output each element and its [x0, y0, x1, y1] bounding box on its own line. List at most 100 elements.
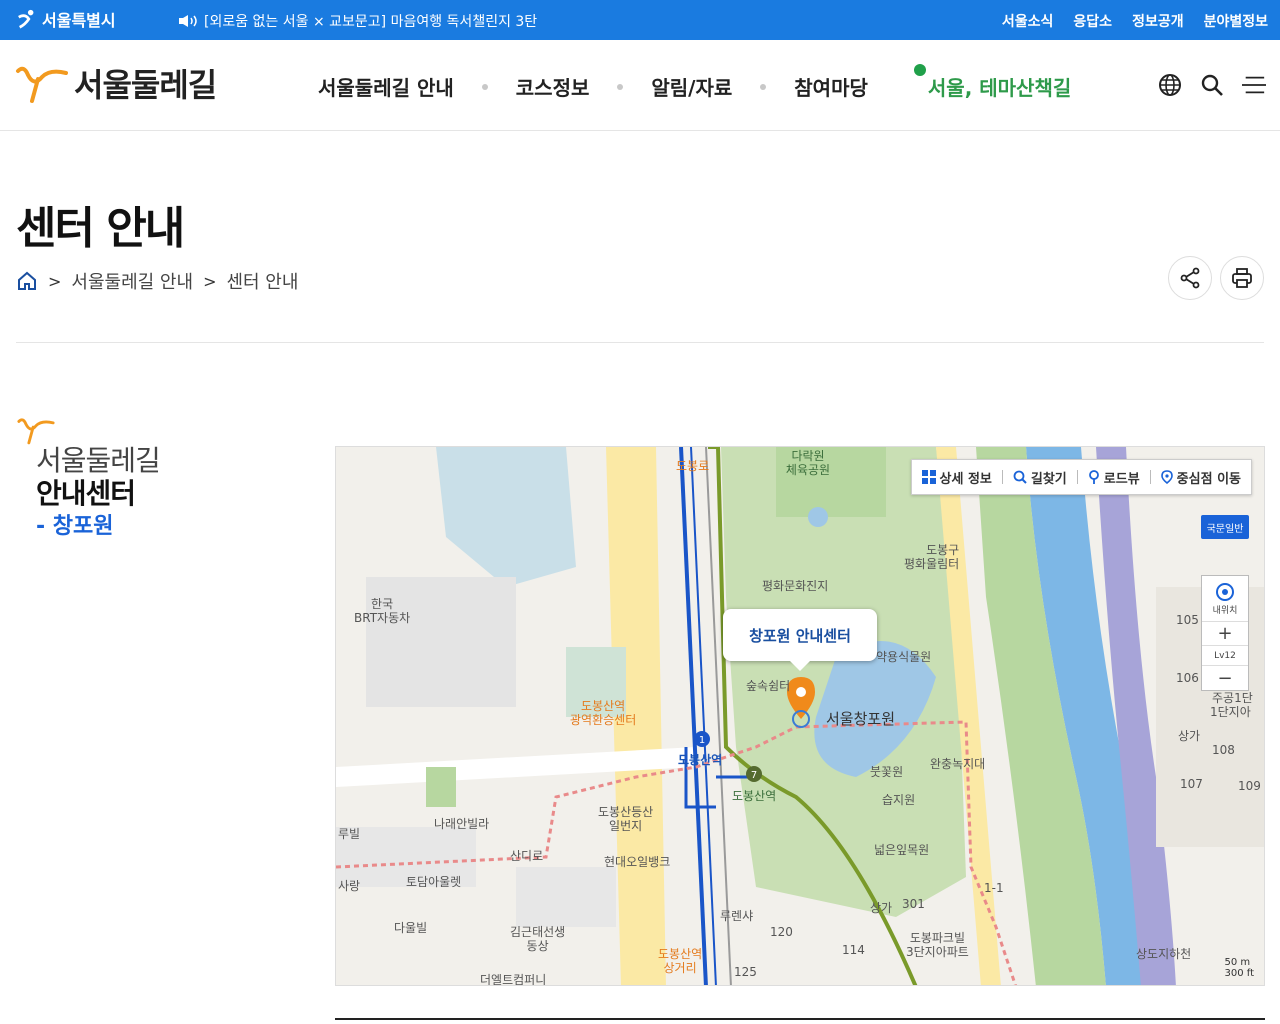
share-button[interactable]: [1168, 256, 1212, 300]
map-label: 108: [1212, 743, 1235, 757]
map-label: 상가: [870, 901, 893, 915]
page-tools: [1168, 256, 1264, 300]
map-detail-button[interactable]: 상세 정보: [921, 468, 992, 487]
map-label: 약용식물원: [876, 650, 932, 664]
nav-theme-walk-label: 서울, 테마산책길: [927, 76, 1072, 100]
toolbar-divider: [1001, 470, 1003, 484]
toolbar-divider: [1076, 470, 1078, 484]
svg-text:7: 7: [751, 770, 757, 781]
map-toolbar: 상세 정보 길찾기 로드뷰 중심점 이동: [910, 459, 1252, 495]
map-label: 김근태선생 동상: [510, 925, 566, 953]
nav-divider: [617, 83, 624, 90]
map-label: 120: [770, 925, 793, 939]
map-label: 평화문화진지: [762, 579, 829, 593]
nav-notice[interactable]: 알림/자료: [651, 72, 732, 101]
zoom-out-button[interactable]: −: [1202, 666, 1248, 690]
print-icon: [1232, 268, 1252, 288]
search-icon: [1013, 470, 1027, 484]
dulle-small-logo-icon: [17, 418, 55, 445]
top-bar: 서울특별시 [외로움 없는 서울 × 교보문고] 마음여행 독서챌린지 3탄 서…: [0, 0, 1280, 40]
top-link-info[interactable]: 정보공개: [1132, 11, 1184, 31]
top-link-field[interactable]: 분야별정보: [1204, 11, 1268, 31]
map-label: 도봉구 평화울림터: [904, 543, 960, 571]
nav-theme-walk[interactable]: 서울, 테마산책길: [913, 64, 1072, 101]
map-label: 현대오일뱅크: [604, 855, 671, 869]
map-label: 301: [902, 897, 925, 911]
map-label: 1단지아: [1210, 705, 1251, 719]
toolbar-divider: [1149, 470, 1151, 484]
section-heading: 서울둘레길 안내센터 - 창포원: [36, 444, 161, 543]
map-label: 더엘트컴퍼니: [480, 973, 547, 986]
dulle-logo-icon: [16, 66, 68, 103]
map-base: 1 7: [336, 447, 1264, 985]
nav-divider: [481, 83, 488, 90]
map-roadview-button[interactable]: 로드뷰: [1088, 468, 1140, 487]
menu-icon[interactable]: [1242, 73, 1266, 97]
active-dot: [913, 64, 926, 76]
share-icon: [1180, 267, 1200, 289]
my-location-button[interactable]: 내위치: [1202, 576, 1248, 622]
map-label: 서울창포원: [826, 710, 896, 728]
map-label: 상도지하천: [1136, 947, 1192, 961]
grid-icon: [921, 470, 936, 484]
map-label: 106: [1176, 671, 1199, 685]
map-directions-button[interactable]: 길찾기: [1013, 468, 1067, 487]
center-map[interactable]: 1 7 다락원 체육공원 평화문화진지 도봉구 평화울림터 한국 BRT자동차 …: [335, 446, 1265, 986]
zoom-level: Lv12: [1202, 646, 1248, 666]
map-label: 사랑: [338, 879, 361, 893]
map-label: 완충녹지대: [930, 757, 986, 771]
nav-divider: [760, 83, 767, 90]
map-label: 붓꽃원: [870, 765, 904, 779]
map-label: 주공1단: [1212, 691, 1253, 705]
map-label: 도봉산등산 일번지: [598, 805, 654, 833]
zoom-control: 내위치 + Lv12 −: [1201, 575, 1249, 691]
map-label: 도봉산역: [678, 753, 723, 767]
map-label: 나래안빌라: [434, 817, 490, 831]
home-icon[interactable]: [16, 270, 38, 292]
print-button[interactable]: [1220, 256, 1264, 300]
title-divider: [16, 342, 1264, 343]
map-label: 숲속쉼터: [746, 679, 791, 693]
top-link-news[interactable]: 서울소식: [1002, 11, 1054, 31]
zoom-in-button[interactable]: +: [1202, 622, 1248, 646]
map-label: 125: [734, 965, 757, 979]
search-icon[interactable]: [1200, 73, 1224, 97]
top-link-response[interactable]: 응답소: [1073, 11, 1112, 31]
map-label: 도봉로: [676, 459, 710, 473]
nav-guide[interactable]: 서울둘레길 안내: [318, 72, 454, 101]
map-label: 105: [1176, 613, 1199, 627]
my-location-label: 내위치: [1212, 606, 1238, 616]
globe-icon[interactable]: [1158, 73, 1182, 97]
map-label: 토담아울렛: [406, 875, 462, 889]
map-label: 상가: [1178, 729, 1201, 743]
map-label: 루렌샤: [720, 909, 754, 923]
seoul-logo-text: 서울특별시: [42, 11, 116, 30]
section-heading-line2: 안내센터: [36, 477, 136, 510]
map-label: 도봉산역 광역환승센터: [570, 699, 637, 727]
breadcrumb-item[interactable]: 서울둘레길 안내: [71, 268, 193, 294]
map-directions-label: 길찾기: [1030, 471, 1067, 487]
person-pin-icon: [1088, 470, 1099, 484]
map-label: 도봉산역: [732, 789, 777, 803]
content-bottom-line: [335, 1018, 1265, 1020]
center-popup[interactable]: 창포원 안내센터: [723, 609, 877, 671]
scale-feet: 300 ft: [1224, 968, 1254, 979]
breadcrumb-current[interactable]: 센터 안내: [226, 268, 298, 294]
map-label: 루빌: [338, 827, 361, 841]
top-links: 서울소식 응답소 정보공개 분야별정보: [1002, 11, 1268, 31]
map-label: 다락원 체육공원: [785, 449, 831, 477]
pin-icon: [1160, 470, 1173, 484]
map-type-button[interactable]: 국문일반: [1201, 515, 1249, 539]
main-nav: 서울둘레길 안내 코스정보 알림/자료 참여마당 서울, 테마산책길: [318, 64, 1072, 101]
map-center-button[interactable]: 중심점 이동: [1160, 468, 1241, 487]
notice-banner[interactable]: [외로움 없는 서울 × 교보문고] 마음여행 독서챌린지 3탄: [178, 11, 537, 31]
map-label: 1-1: [984, 881, 1004, 895]
nav-participate[interactable]: 참여마당: [794, 72, 868, 101]
map-scale: 50 m 300 ft: [1224, 957, 1254, 979]
seoul-city-logo[interactable]: 서울특별시: [16, 7, 116, 31]
target-icon: [1216, 583, 1234, 601]
map-detail-label: 상세 정보: [939, 471, 992, 487]
nav-course[interactable]: 코스정보: [516, 72, 590, 101]
brand-logo[interactable]: 서울둘레길: [14, 60, 217, 106]
map-label: 107: [1180, 777, 1203, 791]
